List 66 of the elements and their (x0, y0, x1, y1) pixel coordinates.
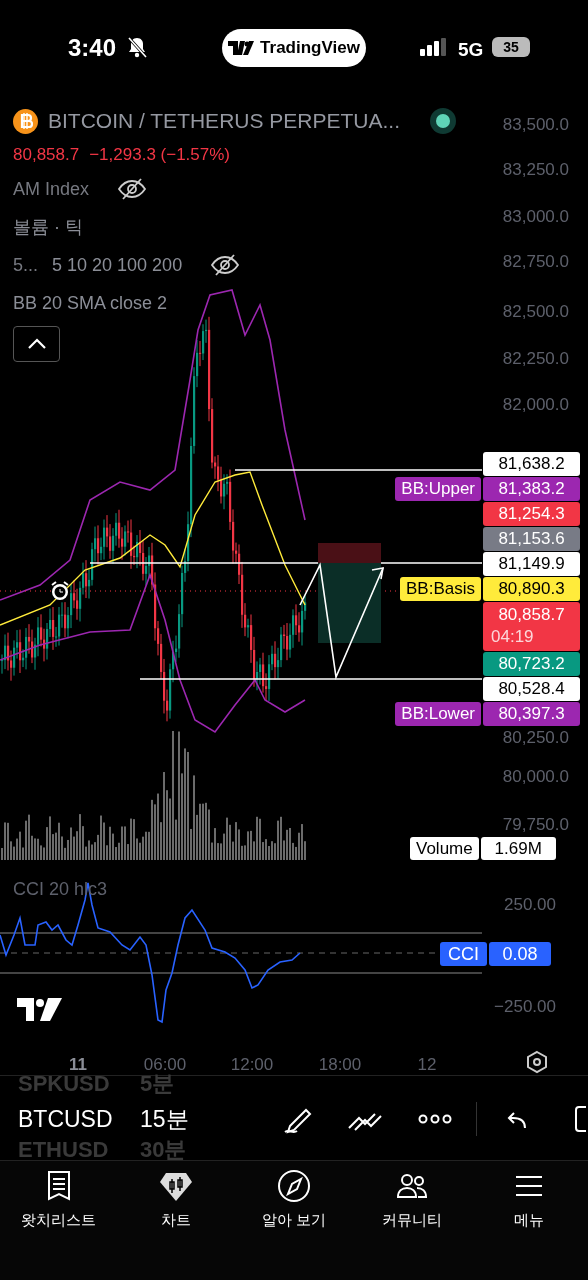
time-axis-label: 12:00 (230, 1054, 274, 1076)
nav-tab[interactable]: 알아 보기 (235, 1169, 353, 1235)
cci-axis-label: −250.00 (494, 996, 556, 1018)
chevron-up-icon (26, 338, 47, 350)
price-tag: 81,153.6 (483, 527, 580, 551)
price-axis-label: 80,250.0 (502, 727, 569, 749)
price-axis-label: 83,500.0 (502, 114, 569, 136)
bell-off-icon (127, 36, 147, 58)
indicator-name[interactable]: AM Index (13, 175, 90, 203)
battery-level: 35 (492, 37, 530, 57)
bitcoin-icon (13, 108, 38, 134)
alarm-clock-icon (51, 581, 69, 600)
cci-axis-label: 250.00 (504, 894, 556, 916)
volume-label: Volume (410, 837, 479, 860)
settings-icon[interactable] (525, 1050, 549, 1074)
price-axis-label: 82,750.0 (502, 251, 569, 273)
price-axis-label: 82,250.0 (502, 348, 569, 370)
tradingview-logo-icon (17, 998, 62, 1021)
time-axis-label: 12 (417, 1054, 437, 1076)
nav-tab[interactable]: 왓치리스트 (0, 1169, 118, 1235)
price-tag: 81,383.2 (483, 477, 580, 501)
series-label: BB:Lower (395, 702, 481, 726)
time-axis-label: 06:00 (143, 1054, 187, 1074)
price-tag: 80,890.3 (483, 577, 580, 601)
series-label: BB:Upper (395, 477, 481, 501)
cci-value: 0.08 (489, 942, 551, 966)
explore-icon (277, 1169, 311, 1203)
price-axis-label: 83,250.0 (502, 159, 569, 181)
collapse-button[interactable] (13, 326, 60, 362)
volume-value: 1.69M (480, 837, 556, 860)
app-pill[interactable]: TradingView (222, 29, 366, 67)
indicator-params: 5 10 20 100 200 (52, 253, 183, 277)
cci-label: CCI (440, 942, 487, 966)
eye-off-icon[interactable] (210, 253, 241, 277)
signal-icon (420, 38, 448, 56)
series-label: BB:Basis (400, 577, 481, 601)
price-tag: 81,638.2 (483, 452, 580, 476)
price-tag: 80,397.3 (483, 702, 580, 726)
stop-loss-zone (318, 543, 381, 563)
indicator-name[interactable]: 5... (13, 251, 38, 279)
price-tag: 80,858.7 04:19 (483, 602, 580, 651)
symbol-picker-item[interactable]: BTCUSD 15분 (18, 1104, 189, 1134)
last-price: 80,858.7 (13, 144, 80, 167)
clock-time: 3:40 (68, 33, 117, 63)
market-status-icon (430, 108, 456, 134)
nav-tab[interactable]: 메뉴 (470, 1169, 588, 1235)
price-axis-label: 80,000.0 (502, 766, 569, 788)
time-axis-label: 18:00 (318, 1054, 362, 1076)
price-tag: 81,254.3 (483, 502, 580, 526)
nav-tab[interactable]: 차트 (117, 1169, 236, 1235)
app-name: TradingView (260, 37, 360, 60)
price-axis-label: 79,750.0 (502, 814, 569, 836)
tradingview-logo-icon (228, 41, 255, 55)
price-tag: 80,528.4 (483, 677, 580, 701)
network-label: 5G (458, 38, 484, 62)
price-axis-label: 82,000.0 (502, 394, 569, 416)
indicator-name[interactable]: BB 20 SMA close 2 (13, 289, 168, 317)
price-axis-label: 82,500.0 (502, 301, 569, 323)
price-tag: 81,149.9 (483, 552, 580, 576)
indicator-name[interactable]: 볼륨 · 틱 (13, 213, 83, 241)
nav-tab[interactable]: 커뮤니티 (352, 1169, 471, 1235)
price-axis-label: 83,000.0 (502, 206, 569, 228)
eye-off-icon[interactable] (117, 177, 148, 201)
symbol-title[interactable]: BITCOIN / TETHERUS PERPETUA... (48, 105, 400, 137)
price-tag: 80,723.2 (483, 652, 580, 676)
price-change: −1,293.3 (−1.57%) (89, 144, 230, 167)
